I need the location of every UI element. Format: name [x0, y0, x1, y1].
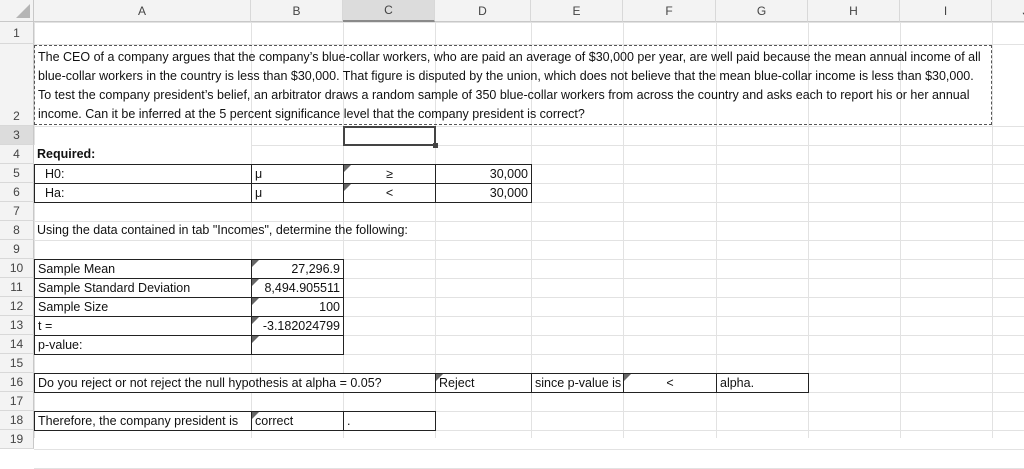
row-header-7[interactable]: 7: [0, 202, 34, 221]
row-header-6[interactable]: 6: [0, 183, 34, 202]
row-header-19[interactable]: 19: [0, 430, 34, 449]
row-header-15[interactable]: 15: [0, 354, 34, 373]
comparison-operator[interactable]: <: [623, 373, 717, 393]
sample-size-value[interactable]: 100: [251, 297, 344, 317]
conclusion-prefix[interactable]: Therefore, the company president is: [34, 411, 252, 431]
row-header-11[interactable]: 11: [0, 278, 34, 297]
select-all-corner[interactable]: [0, 0, 34, 22]
row-header-9[interactable]: 9: [0, 240, 34, 259]
row-header-2[interactable]: 2: [0, 44, 34, 126]
column-header-b[interactable]: B: [251, 0, 343, 22]
row-header-18[interactable]: 18: [0, 411, 34, 430]
gridline: [34, 240, 1024, 241]
row-header-10[interactable]: 10: [0, 259, 34, 278]
column-header-i[interactable]: I: [900, 0, 992, 22]
column-header-j[interactable]: J: [992, 0, 1024, 22]
row-header-12[interactable]: 12: [0, 297, 34, 316]
ha-label[interactable]: Ha:: [34, 183, 252, 203]
sample-sd-label[interactable]: Sample Standard Deviation: [34, 278, 252, 298]
decision-answer[interactable]: Reject: [435, 373, 532, 393]
row-header-1[interactable]: 1: [0, 22, 34, 44]
instruction-text[interactable]: Using the data contained in tab "Incomes…: [34, 221, 534, 240]
column-header-e[interactable]: E: [531, 0, 623, 22]
ha-param[interactable]: μ: [251, 183, 344, 203]
row-header-17[interactable]: 17: [0, 392, 34, 411]
sample-sd-value[interactable]: 8,494.905511: [251, 278, 344, 298]
t-stat-value[interactable]: -3.182024799: [251, 316, 344, 336]
sample-mean-label[interactable]: Sample Mean: [34, 259, 252, 279]
p-value-input[interactable]: [251, 335, 344, 355]
sample-mean-value[interactable]: 27,296.9: [251, 259, 344, 279]
gridline: [34, 22, 1024, 23]
row-header-3[interactable]: 3: [0, 126, 34, 145]
h0-label[interactable]: H0:: [34, 164, 252, 184]
column-header-h[interactable]: H: [808, 0, 900, 22]
since-pvalue-text[interactable]: since p-value is: [531, 373, 624, 393]
p-value-label[interactable]: p-value:: [34, 335, 252, 355]
conclusion-end[interactable]: .: [343, 411, 436, 431]
column-header-d[interactable]: D: [435, 0, 531, 22]
column-header-f[interactable]: F: [623, 0, 716, 22]
row-header-4[interactable]: 4: [0, 145, 34, 164]
ha-value[interactable]: 30,000: [435, 183, 532, 203]
gridline: [34, 449, 1024, 450]
alpha-text[interactable]: alpha.: [716, 373, 809, 393]
decision-question[interactable]: Do you reject or not reject the null hyp…: [34, 373, 436, 393]
h0-operator[interactable]: ≥: [343, 164, 436, 184]
row-header-13[interactable]: 13: [0, 316, 34, 335]
column-header-c[interactable]: C: [343, 0, 435, 22]
conclusion-answer[interactable]: correct: [251, 411, 344, 431]
sample-size-label[interactable]: Sample Size: [34, 297, 252, 317]
row-header-8[interactable]: 8: [0, 221, 34, 240]
problem-text-cell[interactable]: The CEO of a company argues that the com…: [34, 45, 992, 125]
gridline: [34, 126, 1024, 127]
h0-param[interactable]: μ: [251, 164, 344, 184]
ha-operator[interactable]: <: [343, 183, 436, 203]
gridline: [992, 22, 993, 438]
column-header-a[interactable]: A: [34, 0, 251, 22]
t-stat-label[interactable]: t =: [34, 316, 252, 336]
column-header-g[interactable]: G: [716, 0, 808, 22]
row-header-14[interactable]: 14: [0, 335, 34, 354]
selected-cell-c3[interactable]: [343, 126, 438, 148]
required-label[interactable]: Required:: [34, 145, 251, 164]
h0-value[interactable]: 30,000: [435, 164, 532, 184]
row-header-16[interactable]: 16: [0, 373, 34, 392]
row-header-5[interactable]: 5: [0, 164, 34, 183]
